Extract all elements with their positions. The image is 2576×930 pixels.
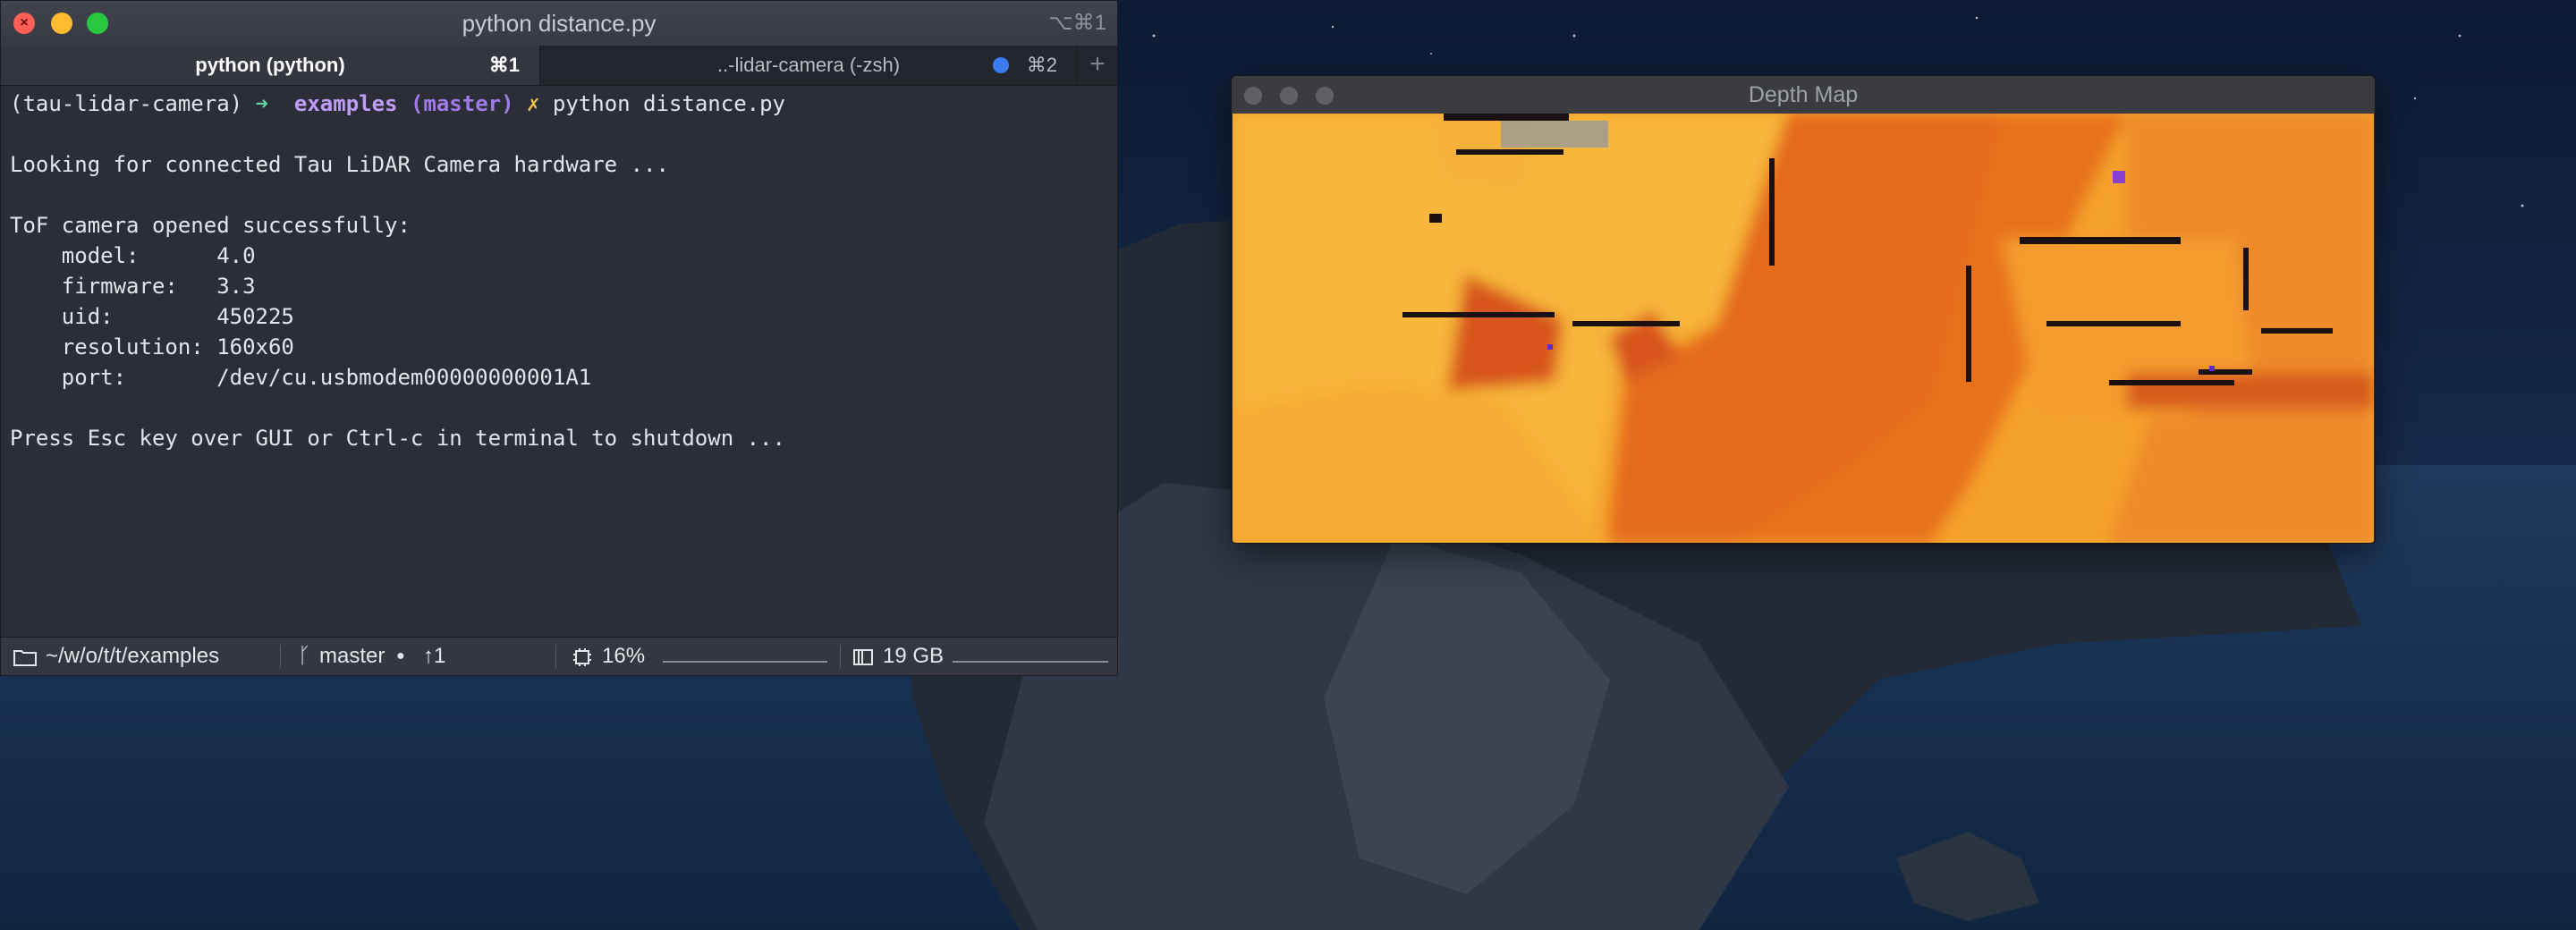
tab-shortcut: ⌘1 <box>488 54 520 76</box>
tab-bar: python (python) ⌘1 ..-lidar-camera (-zsh… <box>1 46 1117 86</box>
output-line: Press Esc key over GUI or Ctrl-c in term… <box>10 426 785 451</box>
output-line: port: /dev/cu.usbmodem00000000001A1 <box>10 365 592 390</box>
disk-usage-bar <box>953 661 1108 663</box>
output-line: uid: 450225 <box>10 304 294 329</box>
depth-map-window[interactable]: Depth Map <box>1231 75 2376 544</box>
terminal-output[interactable]: (tau-lidar-camera) ➜ examples (master) ✗… <box>10 89 1108 453</box>
status-divider <box>280 645 281 668</box>
output-line: ToF camera opened successfully: <box>10 213 411 238</box>
status-ahead: ↑1 <box>423 644 446 668</box>
status-cpu: 16% <box>602 644 646 668</box>
depth-map-title: Depth Map <box>1748 82 1859 107</box>
status-bar: ~/w/o/t/t/examples ᚴ master ● ↑1 16% 19 … <box>1 637 1117 675</box>
terminal-titlebar[interactable]: × python distance.py ⌥⌘1 <box>1 1 1117 46</box>
tab-shortcut: ⌘2 <box>1026 54 1057 76</box>
depth-map-image[interactable] <box>1233 114 2374 543</box>
tab-python[interactable]: python (python) ⌘1 <box>1 46 540 85</box>
status-divider <box>555 645 556 668</box>
output-line: model: 4.0 <box>10 243 256 268</box>
status-branch[interactable]: master <box>319 638 385 675</box>
window-shortcut: ⌥⌘1 <box>1047 11 1106 35</box>
cpu-sparkline <box>663 661 827 663</box>
status-divider <box>840 645 841 668</box>
plus-icon[interactable]: + <box>1078 46 1117 85</box>
window-title: python distance.py <box>462 10 657 37</box>
disk-icon <box>852 638 874 675</box>
branch-dirty-dot: ● <box>396 648 405 664</box>
folder-icon <box>13 638 37 675</box>
prompt-command: python distance.py <box>552 91 785 116</box>
tab-label: python (python) <box>195 54 345 76</box>
dirty-mark-icon: ✗ <box>527 91 540 116</box>
status-disk: 19 GB <box>883 644 945 668</box>
activity-dot-icon <box>993 57 1009 73</box>
prompt-line: (tau-lidar-camera) ➜ examples (master) ✗… <box>10 89 1108 119</box>
prompt-directory: examples <box>293 91 398 116</box>
virtualenv-name: (tau-lidar-camera) <box>10 91 243 116</box>
prompt-branch: (master) <box>410 91 514 116</box>
git-branch-icon: ᚴ <box>298 644 311 668</box>
output-line: resolution: 160x60 <box>10 334 294 359</box>
depth-map-titlebar[interactable]: Depth Map <box>1232 76 2375 114</box>
terminal-window[interactable]: × python distance.py ⌥⌘1 python (python)… <box>0 0 1118 676</box>
prompt-arrow-icon: ➜ <box>255 91 268 116</box>
output-line: firmware: 3.3 <box>10 274 256 299</box>
status-path[interactable]: ~/w/o/t/t/examples <box>46 638 219 675</box>
tab-zsh[interactable]: ..-lidar-camera (-zsh) ⌘2 <box>540 46 1078 85</box>
cpu-icon <box>572 638 593 675</box>
output-line: Looking for connected Tau LiDAR Camera h… <box>10 152 669 177</box>
